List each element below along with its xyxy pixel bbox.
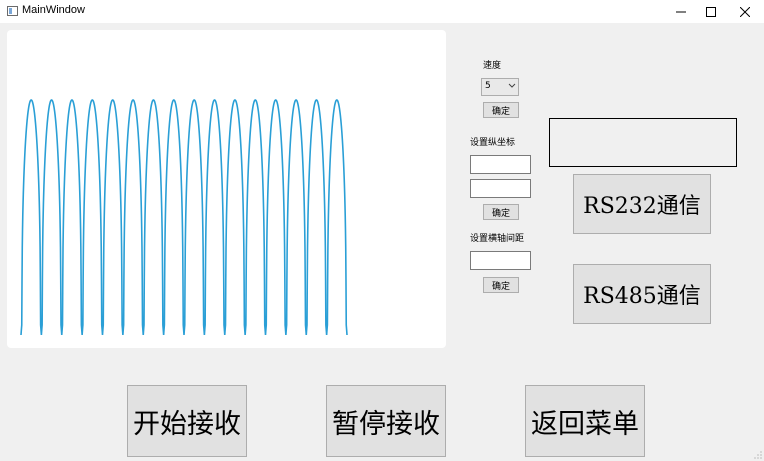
waveform-plot: [7, 30, 446, 348]
rs485-button[interactable]: RS485通信: [573, 264, 711, 324]
resize-grip-icon[interactable]: [754, 451, 762, 459]
speed-confirm-button[interactable]: 确定: [483, 102, 519, 118]
x-spacing-input[interactable]: [470, 251, 531, 270]
close-icon: [740, 6, 750, 17]
y-axis-label: 设置纵坐标: [470, 138, 516, 148]
close-button[interactable]: [728, 0, 762, 23]
receive-display-box: [549, 118, 737, 167]
app-icon: [7, 6, 18, 16]
waveform-series-line: [20, 99, 348, 336]
x-spacing-label: 设置横轴间距: [470, 234, 525, 244]
rs232-button[interactable]: RS232通信: [573, 174, 711, 234]
y-confirm-button[interactable]: 确定: [483, 204, 519, 220]
start-receive-button[interactable]: 开始接收: [127, 385, 247, 457]
speed-select[interactable]: 5: [481, 78, 519, 96]
window-title: MainWindow: [22, 4, 85, 16]
speed-label: 速度: [483, 61, 502, 71]
speed-select-value: 5: [485, 81, 491, 91]
y-min-input[interactable]: [470, 155, 531, 174]
minimize-button[interactable]: [664, 0, 698, 23]
maximize-button[interactable]: [694, 0, 728, 23]
y-max-input[interactable]: [470, 179, 531, 198]
minimize-icon: [676, 11, 686, 12]
maximize-icon: [706, 6, 716, 17]
waveform-svg: [20, 99, 348, 336]
title-bar: MainWindow: [0, 0, 764, 24]
pause-receive-button[interactable]: 暂停接收: [326, 385, 446, 457]
back-menu-button[interactable]: 返回菜单: [525, 385, 645, 457]
x-confirm-button[interactable]: 确定: [483, 277, 519, 293]
chevron-down-icon: [508, 83, 516, 88]
